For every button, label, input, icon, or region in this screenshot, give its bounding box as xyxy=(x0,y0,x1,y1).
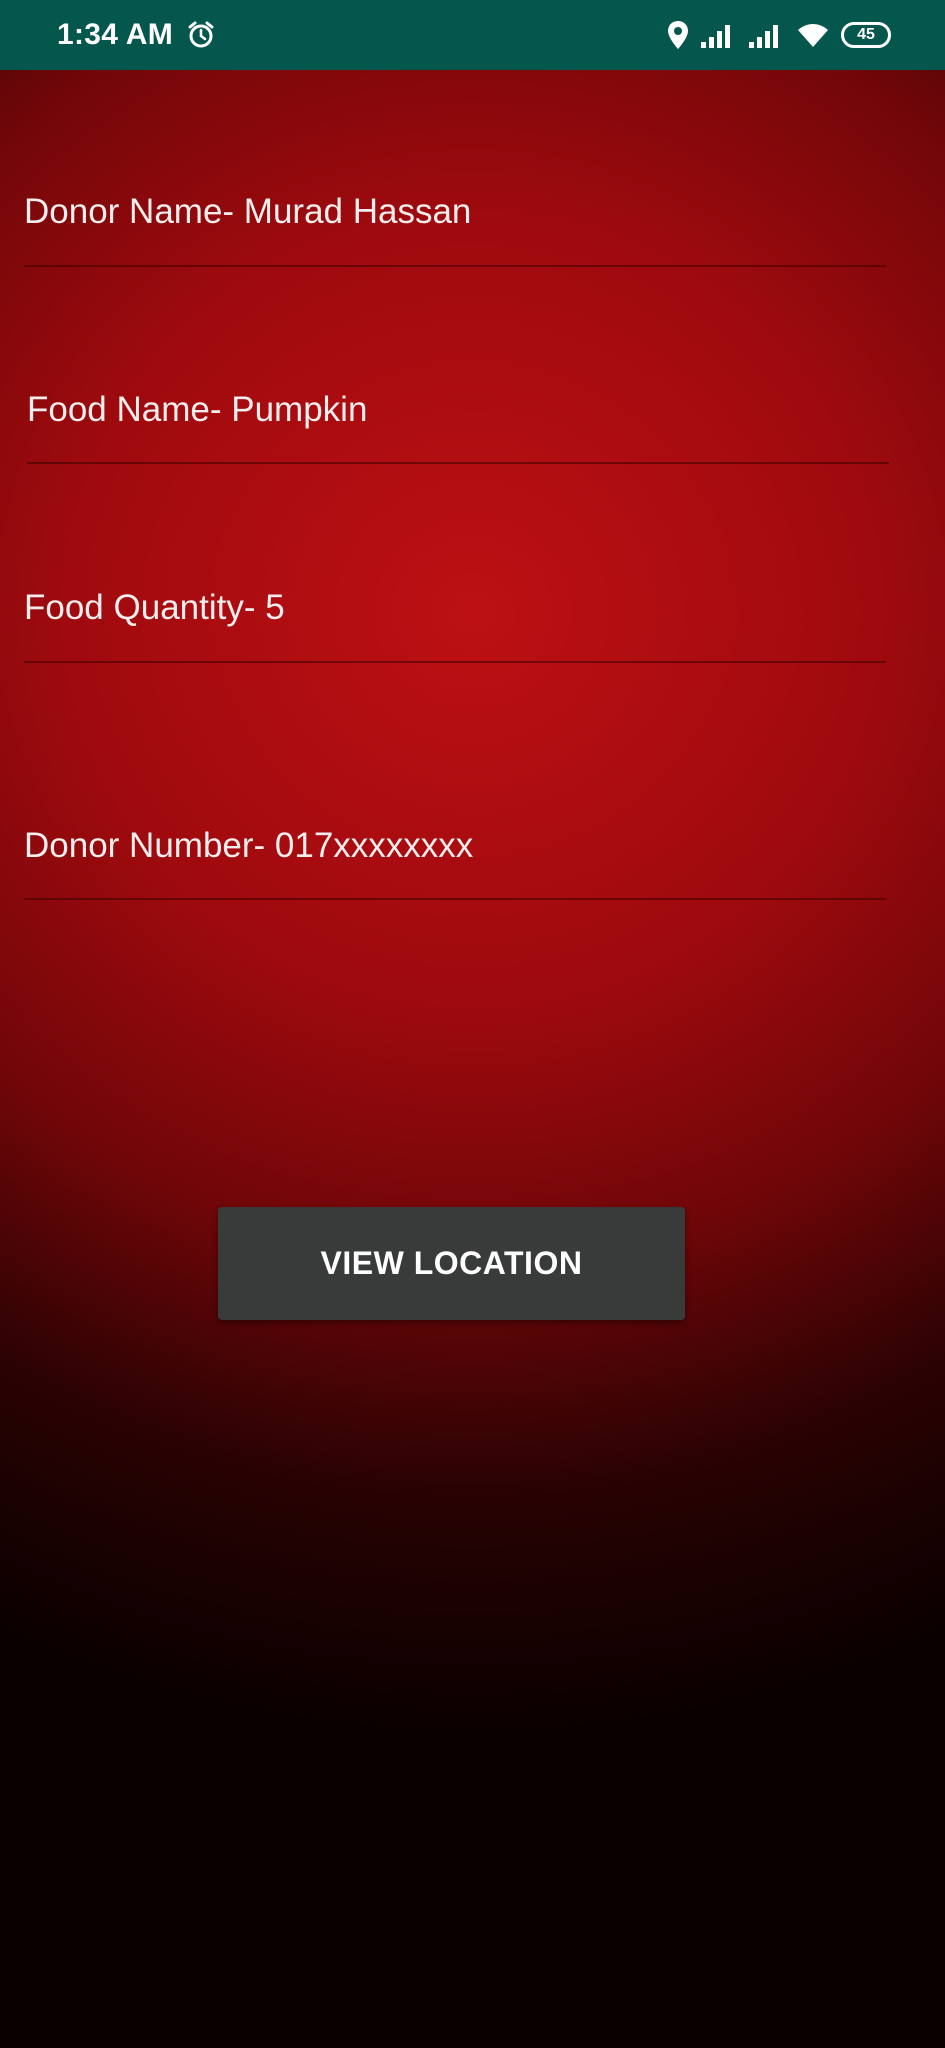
status-icons: 45 xyxy=(667,17,891,53)
food-quantity-field: Food Quantity- 5 xyxy=(24,566,886,663)
signal-icon-2 xyxy=(749,22,785,48)
food-name-text: Food Name- Pumpkin xyxy=(27,390,368,429)
wifi-icon xyxy=(797,22,829,48)
status-time: 1:34 AM xyxy=(57,18,174,51)
donor-name-field: Donor Name- Murad Hassan xyxy=(24,170,886,267)
donor-number-field: Donor Number- 017xxxxxxxx xyxy=(24,804,886,900)
battery-level: 45 xyxy=(857,26,875,43)
location-icon xyxy=(667,20,689,50)
screen-background xyxy=(0,0,945,2048)
status-bar: 1:34 AM 45 xyxy=(0,0,945,70)
food-name-field: Food Name- Pumpkin xyxy=(27,368,889,464)
signal-icon xyxy=(701,22,737,48)
alarm-icon xyxy=(186,20,216,50)
food-quantity-text: Food Quantity- 5 xyxy=(24,588,285,627)
view-location-button[interactable]: VIEW LOCATION xyxy=(218,1207,685,1320)
battery-icon: 45 xyxy=(841,22,891,48)
donor-number-text: Donor Number- 017xxxxxxxx xyxy=(24,826,474,865)
donor-name-text: Donor Name- Murad Hassan xyxy=(24,192,472,231)
